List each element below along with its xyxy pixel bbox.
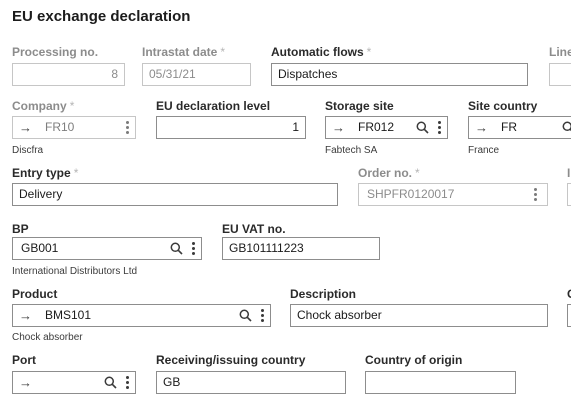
receiving-issuing-country-field[interactable]: GB [156, 371, 346, 394]
port-field[interactable]: → [12, 371, 136, 394]
intrastat-date-field[interactable]: 05/31/21 [142, 63, 251, 86]
site-country-description: France [468, 145, 500, 156]
product-description: Chock absorber [12, 332, 83, 343]
arrow-icon[interactable]: → [19, 305, 37, 326]
product-field[interactable]: → BMS101 [12, 304, 271, 327]
storage-site-field[interactable]: → FR012 [325, 116, 448, 139]
storage-site-description: Fabtech SA [325, 145, 378, 156]
arrow-icon[interactable]: → [19, 372, 37, 393]
bp-description: International Distributors Ltd [12, 266, 138, 277]
automatic-flows-label: Automatic flows * [271, 45, 372, 59]
intrastat-date-label: Intrastat date * [142, 45, 226, 59]
more-vertical-icon[interactable] [119, 376, 135, 389]
more-vertical-icon[interactable] [119, 121, 135, 134]
product-value: BMS101 [45, 308, 92, 322]
bp-field[interactable]: GB001 [12, 237, 202, 260]
bp-value: GB001 [21, 241, 59, 255]
page-title: EU exchange declaration [12, 8, 191, 25]
more-vertical-icon[interactable] [254, 309, 270, 322]
eu-vat-no-label: EU VAT no. [222, 222, 286, 236]
storage-site-label: Storage site [325, 99, 394, 113]
eu-vat-no-field[interactable]: GB101111223 [222, 237, 380, 260]
truncated-field[interactable] [567, 304, 571, 327]
arrow-icon[interactable]: → [332, 117, 350, 138]
order-no-label: Order no. * [358, 166, 420, 180]
search-icon[interactable] [413, 121, 431, 134]
country-of-origin-field[interactable] [365, 371, 516, 394]
truncated-field[interactable] [567, 183, 571, 206]
bp-label: BP [12, 222, 29, 236]
search-icon[interactable] [167, 242, 185, 255]
truncated-label: I [567, 166, 571, 180]
company-field[interactable]: → FR10 [12, 116, 136, 139]
search-icon[interactable] [236, 309, 254, 322]
truncated-label: C [567, 287, 571, 301]
eu-exchange-declaration-form: EU exchange declaration Processing no. 8… [0, 0, 571, 396]
search-icon[interactable] [101, 376, 119, 389]
more-vertical-icon[interactable] [431, 121, 447, 134]
eu-declaration-level-label: EU declaration level [156, 99, 271, 113]
order-no-value: SHPFR0120017 [367, 187, 455, 201]
arrow-icon[interactable]: → [19, 117, 37, 138]
more-vertical-icon[interactable] [185, 242, 201, 255]
site-country-value: FR [501, 120, 517, 134]
entry-type-label: Entry type * [12, 166, 79, 180]
site-country-field[interactable]: → FR [468, 116, 571, 139]
search-icon[interactable] [559, 121, 571, 134]
company-label: Company * [12, 99, 75, 113]
processing-no-label: Processing no. [12, 45, 99, 59]
company-value: FR10 [45, 120, 75, 134]
site-country-label: Site country [468, 99, 538, 113]
company-description: Discfra [12, 145, 44, 156]
port-label: Port [12, 353, 36, 367]
storage-site-value: FR012 [358, 120, 395, 134]
description-label: Description [290, 287, 357, 301]
line-field[interactable] [549, 63, 571, 86]
receiving-issuing-country-label: Receiving/issuing country [156, 353, 306, 367]
line-label: Line [549, 45, 571, 59]
automatic-flows-field[interactable]: Dispatches [271, 63, 528, 86]
eu-declaration-level-field[interactable]: 1 [156, 116, 306, 139]
more-vertical-icon[interactable] [527, 188, 543, 201]
order-no-field[interactable]: SHPFR0120017 [358, 183, 548, 206]
product-label: Product [12, 287, 58, 301]
description-field[interactable]: Chock absorber [290, 304, 548, 327]
entry-type-field[interactable]: Delivery [12, 183, 338, 206]
arrow-icon[interactable]: → [475, 117, 493, 138]
processing-no-field[interactable]: 8 [12, 63, 125, 86]
country-of-origin-label: Country of origin [365, 353, 463, 367]
